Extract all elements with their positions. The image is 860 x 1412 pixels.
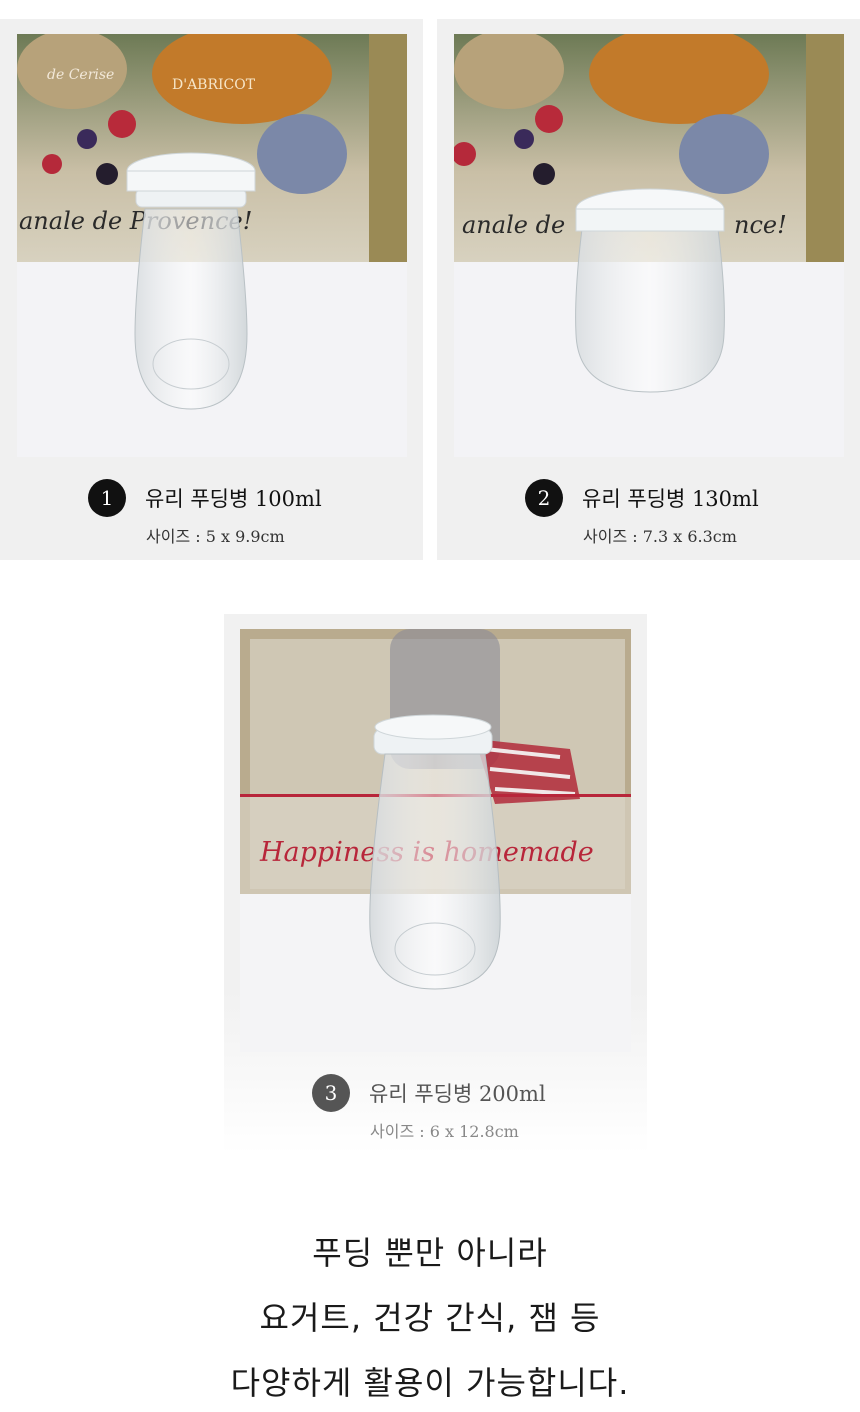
product-size-3: 사이즈 : 6 x 12.8cm	[370, 1122, 519, 1141]
product-card-3: Happiness is homemade 3 유리 푸딩병 200ml 사이즈…	[224, 614, 647, 1154]
sign-text-2: D'ABRICOT	[172, 77, 256, 93]
headline-line-3: 다양하게 활용이 가능합니다.	[230, 1364, 630, 1402]
product-size-2: 사이즈 : 7.3 x 6.3cm	[583, 527, 737, 546]
product-card-2: anale de nce! 2 유리 푸딩병 130ml 사이즈 : 7.3 x…	[437, 19, 860, 560]
headline-line-2: 요거트, 건강 간식, 잼 등	[259, 1299, 601, 1337]
product-photo-3: Happiness is homemade	[240, 629, 631, 1052]
product-title-1: 유리 푸딩병 100ml	[145, 487, 322, 511]
product-size-1: 사이즈 : 5 x 9.9cm	[146, 527, 285, 546]
product-title-3: 유리 푸딩병 200ml	[369, 1082, 546, 1106]
product-photo-1: de Cerise D'ABRICOT anale de Provence!	[17, 34, 407, 457]
headline-line-1: 푸딩 뿐만 아니라	[312, 1234, 548, 1272]
svg-text:nce!: nce!	[734, 211, 787, 239]
product-title-2: 유리 푸딩병 130ml	[582, 487, 759, 511]
svg-text:anale de: anale de	[462, 211, 565, 239]
sign-text-1: de Cerise	[47, 67, 114, 83]
number-badge-2: 2	[525, 479, 563, 517]
product-card-1: de Cerise D'ABRICOT anale de Provence! 1…	[0, 19, 423, 560]
number-badge-1: 1	[88, 479, 126, 517]
product-photo-2: anale de nce!	[454, 34, 844, 457]
number-badge-3: 3	[312, 1074, 350, 1112]
